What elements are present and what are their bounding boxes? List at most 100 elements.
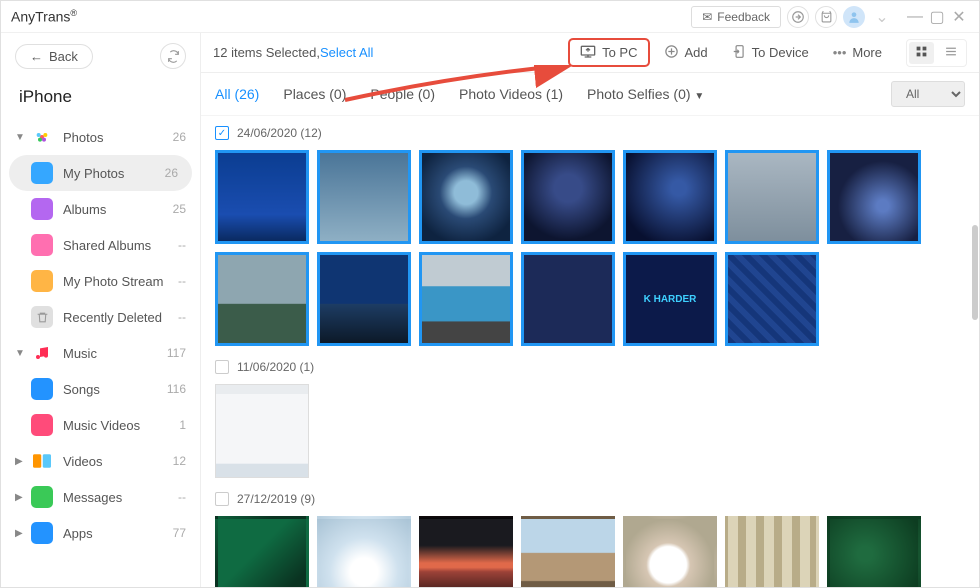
refresh-button[interactable] [160,43,186,69]
toolbar: 12 items Selected, Select All To PC Add … [201,33,979,73]
photo-thumbnail[interactable] [725,150,819,244]
photo-thumbnail[interactable] [419,252,513,346]
photo-thumbnail[interactable] [215,150,309,244]
photo-thumbnail[interactable] [521,252,615,346]
maximize-button[interactable]: ▢ [927,7,947,27]
sidebar-item-messages[interactable]: ▶Messages-- [1,479,200,515]
sidebar-item-songs[interactable]: Songs116 [1,371,200,407]
photo-thumbnail[interactable]: K HARDER [623,252,717,346]
help-icon[interactable] [787,6,809,28]
photo-thumbnail[interactable] [521,150,615,244]
group-checkbox[interactable] [215,360,229,374]
select-all-link[interactable]: Select All [320,45,373,60]
sidebar-item-albums[interactable]: Albums25 [1,191,200,227]
minimize-button[interactable]: — [905,7,925,27]
dropdown-icon[interactable]: ⌄ [871,6,893,28]
group-checkbox[interactable] [215,492,229,506]
sidebar-count: 25 [173,202,186,216]
category-icon [31,486,53,508]
photo-thumbnail[interactable] [317,150,411,244]
sidebar-count: 117 [167,346,186,360]
sidebar-count: -- [178,274,186,288]
tab-photo[interactable]: Photo Videos (1) [459,86,563,102]
sidebar-label: Photos [63,130,173,145]
feedback-button[interactable]: ✉ Feedback [691,6,781,28]
group-header[interactable]: 24/06/2020 (12) [215,122,965,144]
photo-thumbnail[interactable] [419,516,513,587]
filter-tabs: All (26) Places (0) People (0) Photo Videos… [201,73,979,116]
item-icon [31,234,53,256]
thumbnail-grid [215,378,965,488]
titlebar: AnyTrans® ✉ Feedback ⌄ — ▢ ✕ [1,1,979,33]
photo-thumbnail[interactable] [623,516,717,587]
sidebar-item-music-videos[interactable]: Music Videos1 [1,407,200,443]
group-date: 11/06/2020 (1) [237,360,314,374]
close-button[interactable]: ✕ [949,7,969,27]
item-icon [31,270,53,292]
sidebar-count: 1 [179,418,186,432]
grid-view-button[interactable] [909,42,934,64]
cart-icon[interactable] [815,6,837,28]
photo-thumbnail[interactable] [827,150,921,244]
add-label: Add [685,45,708,60]
sidebar-item-shared-albums[interactable]: Shared Albums-- [1,227,200,263]
sidebar-item-photos[interactable]: ▼Photos26 [1,119,200,155]
sidebar-item-music[interactable]: ▼Music117 [1,335,200,371]
photo-thumbnail[interactable] [419,150,513,244]
group-date: 24/06/2020 (12) [237,126,322,140]
photo-thumbnail[interactable] [827,516,921,587]
videos-icon [31,450,53,472]
list-view-button[interactable] [938,42,964,64]
sidebar-label: Songs [63,382,167,397]
sidebar-label: My Photo Stream [63,274,178,289]
to-pc-label: To PC [602,45,637,60]
music-icon [31,342,53,364]
sidebar-item-apps[interactable]: ▶Apps77 [1,515,200,551]
add-button[interactable]: Add [654,39,718,67]
photo-thumbnail[interactable] [317,516,411,587]
sidebar-item-my-photos[interactable]: My Photos26 [9,155,192,191]
to-device-button[interactable]: To Device [722,39,819,67]
to-pc-icon [580,44,596,61]
group-date: 27/12/2019 (9) [237,492,315,506]
photo-thumbnail[interactable] [623,150,717,244]
group-header[interactable]: 11/06/2020 (1) [215,356,965,378]
filter-dropdown[interactable]: All [891,81,965,107]
tab-photo[interactable]: Photo Selfies (0) ▼ [587,86,704,102]
more-icon: ••• [833,45,847,60]
photo-thumbnail[interactable] [725,516,819,587]
chevron-icon: ▶ [15,456,27,467]
group-header[interactable]: 27/12/2019 (9) [215,488,965,510]
tab-people[interactable]: People (0) [370,86,435,102]
photo-thumbnail[interactable] [521,516,615,587]
photo-thumbnail[interactable] [317,252,411,346]
thumbnail-grid: K HARDER [215,144,965,356]
photos-icon [31,126,53,148]
selection-text: 12 items Selected, [213,45,320,60]
tab-places[interactable]: Places (0) [283,86,346,102]
item-icon [31,306,53,328]
group-checkbox[interactable] [215,126,229,140]
tab-all[interactable]: All (26) [215,86,259,102]
sidebar-label: Shared Albums [63,238,178,253]
sidebar-label: Recently Deleted [63,310,178,325]
photo-thumbnail[interactable] [215,252,309,346]
photo-thumbnail[interactable] [215,384,309,478]
trademark: ® [70,8,77,18]
thumbnail-grid [215,510,965,587]
scrollbar-thumb[interactable] [972,225,978,320]
to-device-icon [732,44,746,62]
avatar-icon[interactable] [843,6,865,28]
more-button[interactable]: ••• More [823,40,892,65]
sidebar-item-my-photo-stream[interactable]: My Photo Stream-- [1,263,200,299]
sidebar-count: -- [178,310,186,324]
sidebar-count: 26 [173,130,186,144]
sidebar-count: 116 [167,382,186,396]
photo-thumbnail[interactable] [725,252,819,346]
sidebar-item-recently-deleted[interactable]: Recently Deleted-- [1,299,200,335]
photo-thumbnail[interactable] [215,516,309,587]
to-pc-button[interactable]: To PC [568,38,649,67]
feedback-label: Feedback [717,10,770,24]
back-button[interactable]: ← Back [15,44,93,69]
sidebar-item-videos[interactable]: ▶Videos12 [1,443,200,479]
